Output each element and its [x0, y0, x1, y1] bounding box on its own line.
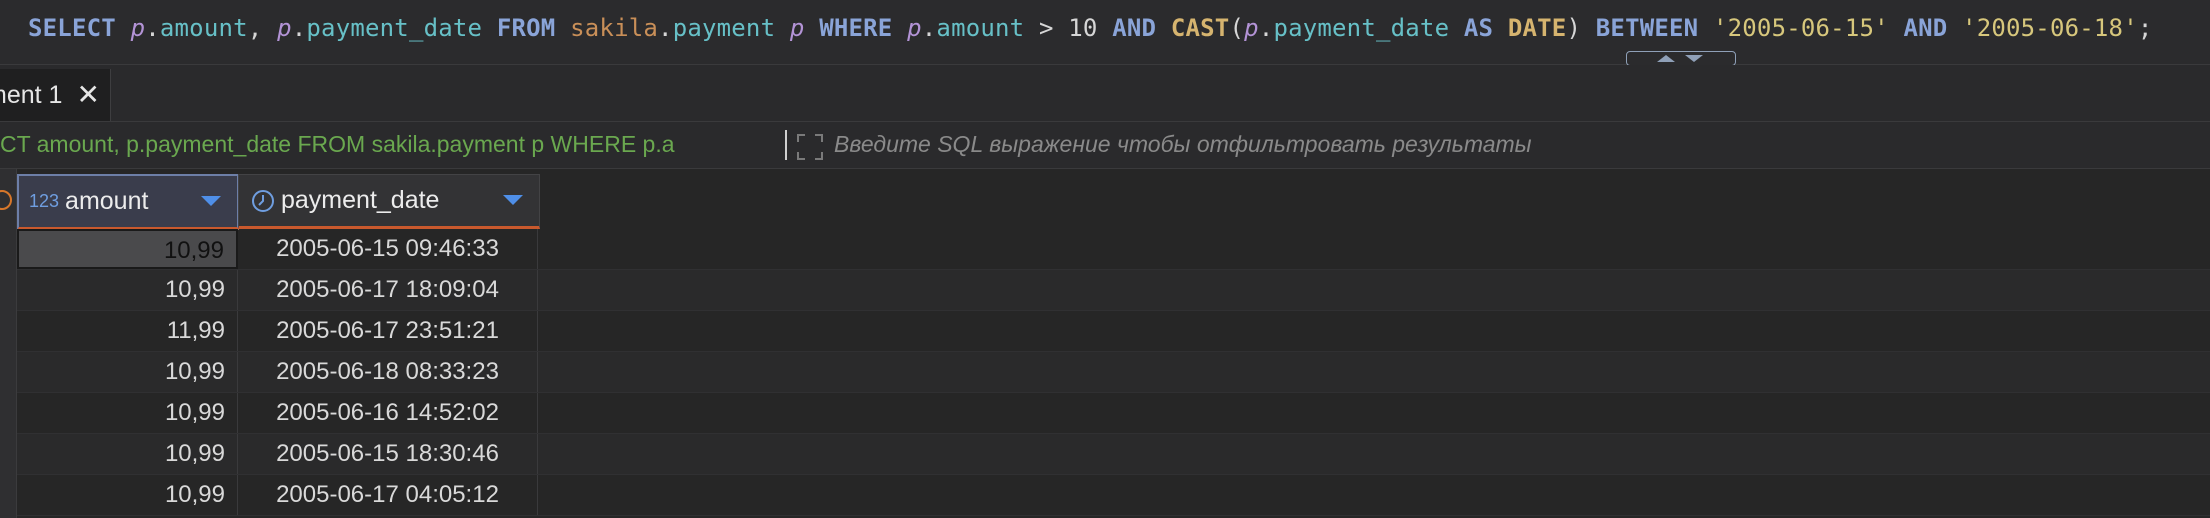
results-tab-bar: ment 1 ✕ [0, 65, 2210, 122]
sql-token: payment_date [1273, 14, 1450, 42]
cell-payment-date[interactable]: 2005-06-16 14:52:02 [238, 393, 538, 433]
text-caret [785, 130, 787, 160]
grid-rows: 10,99 2005-06-15 09:46:33 10,99 2005-06-17 … [17, 229, 2210, 516]
tab-label: ment 1 [0, 80, 63, 109]
sql-token: ( [1229, 14, 1245, 42]
results-grid: 123 amount payment_date 10,99 2005-06-15 … [0, 169, 2210, 518]
sql-token: amount [936, 14, 1025, 42]
sql-token: AND [1112, 14, 1157, 42]
sql-token: 10 [1068, 14, 1098, 42]
table-row[interactable]: 10,99 2005-06-17 04:05:12 [17, 475, 2210, 516]
sql-token: DATE [1507, 14, 1567, 42]
filter-bar: CT amount, p.payment_date FROM sakila.pa… [0, 122, 2210, 169]
sql-token: p [789, 14, 805, 42]
column-header-payment-date[interactable]: payment_date [238, 174, 540, 229]
table-row[interactable]: 10,99 2005-06-16 14:52:02 [17, 393, 2210, 434]
cell-amount[interactable]: 10,99 [17, 393, 238, 433]
sql-token: . [921, 14, 937, 42]
sql-token: payment [672, 14, 776, 42]
cell-payment-date[interactable]: 2005-06-15 09:46:33 [238, 229, 538, 269]
column-header-label: amount [65, 187, 149, 215]
table-row[interactable]: 11,99 2005-06-17 23:51:21 [17, 311, 2210, 352]
column-header-label: payment_date [281, 186, 440, 214]
column-header-amount[interactable]: 123 amount [17, 174, 239, 230]
sql-token: '2005-06-18' [1962, 14, 2138, 42]
record-icon [0, 190, 12, 210]
cell-payment-date[interactable]: 2005-06-17 18:09:04 [238, 270, 538, 310]
clock-icon [252, 189, 274, 212]
cell-payment-date[interactable]: 2005-06-18 08:33:23 [238, 352, 538, 392]
numeric-type-icon: 123 [29, 191, 60, 211]
sql-token: amount [159, 14, 248, 42]
sql-token: p [1244, 14, 1259, 42]
expand-icon[interactable] [795, 132, 825, 162]
sort-dropdown-icon[interactable] [503, 195, 523, 205]
sql-token: , [247, 14, 278, 42]
tab-results[interactable]: ment 1 ✕ [0, 69, 111, 121]
cell-payment-date[interactable]: 2005-06-17 04:05:12 [238, 475, 538, 515]
sql-token: p [130, 14, 146, 42]
sql-token: > [1024, 14, 1069, 42]
cell-amount[interactable]: 10,99 [17, 229, 238, 269]
cell-amount[interactable]: 10,99 [17, 352, 238, 392]
sql-token: SELECT [28, 14, 116, 42]
sql-token: sakila [570, 14, 659, 42]
chevron-down-icon [1685, 55, 1703, 62]
table-row[interactable]: 10,99 2005-06-15 18:30:46 [17, 434, 2210, 475]
sql-token: ; [2137, 14, 2153, 42]
sql-token: FROM [496, 14, 556, 42]
table-row[interactable]: 10,99 2005-06-17 18:09:04 [17, 270, 2210, 311]
sql-token: CAST [1170, 14, 1230, 42]
table-row[interactable]: 10,99 2005-06-18 08:33:23 [17, 352, 2210, 393]
sql-token: '2005-06-15' [1712, 14, 1889, 42]
sql-token: AS [1463, 14, 1494, 42]
sql-token: . [145, 14, 160, 42]
sql-token: . [1258, 14, 1274, 42]
sort-dropdown-icon[interactable] [201, 196, 221, 206]
row-header-corner[interactable] [0, 174, 16, 227]
filter-query-text: CT amount, p.payment_date FROM sakila.pa… [0, 131, 675, 157]
cell-amount[interactable]: 10,99 [17, 434, 238, 474]
sql-editor[interactable]: SELECT p.amount, p.payment_date FROM sak… [0, 0, 2210, 66]
cell-payment-date[interactable]: 2005-06-15 18:30:46 [238, 434, 538, 474]
chevron-up-icon [1657, 55, 1675, 62]
sql-token: payment_date [306, 14, 483, 42]
sql-token: AND [1903, 14, 1948, 42]
sql-query-line[interactable]: SELECT p.amount, p.payment_date FROM sak… [28, 14, 2153, 42]
sql-token: . [291, 14, 307, 42]
sql-token: ) [1566, 14, 1596, 42]
panel-splitter-toggle[interactable] [1626, 51, 1736, 66]
filter-input[interactable]: Введите SQL выражение чтобы отфильтроват… [834, 131, 1532, 158]
sql-token: . [658, 14, 673, 42]
cell-amount[interactable]: 11,99 [17, 311, 238, 351]
cell-amount[interactable]: 10,99 [17, 475, 238, 515]
sql-token: p [277, 14, 292, 42]
sql-token: BETWEEN [1595, 14, 1699, 42]
cell-payment-date[interactable]: 2005-06-17 23:51:21 [238, 311, 538, 351]
table-row[interactable]: 10,99 2005-06-15 09:46:33 [17, 229, 2210, 270]
sql-token: WHERE [819, 14, 893, 42]
close-icon[interactable]: ✕ [76, 81, 99, 109]
cell-amount[interactable]: 10,99 [17, 270, 238, 310]
sql-token: p [907, 14, 922, 42]
